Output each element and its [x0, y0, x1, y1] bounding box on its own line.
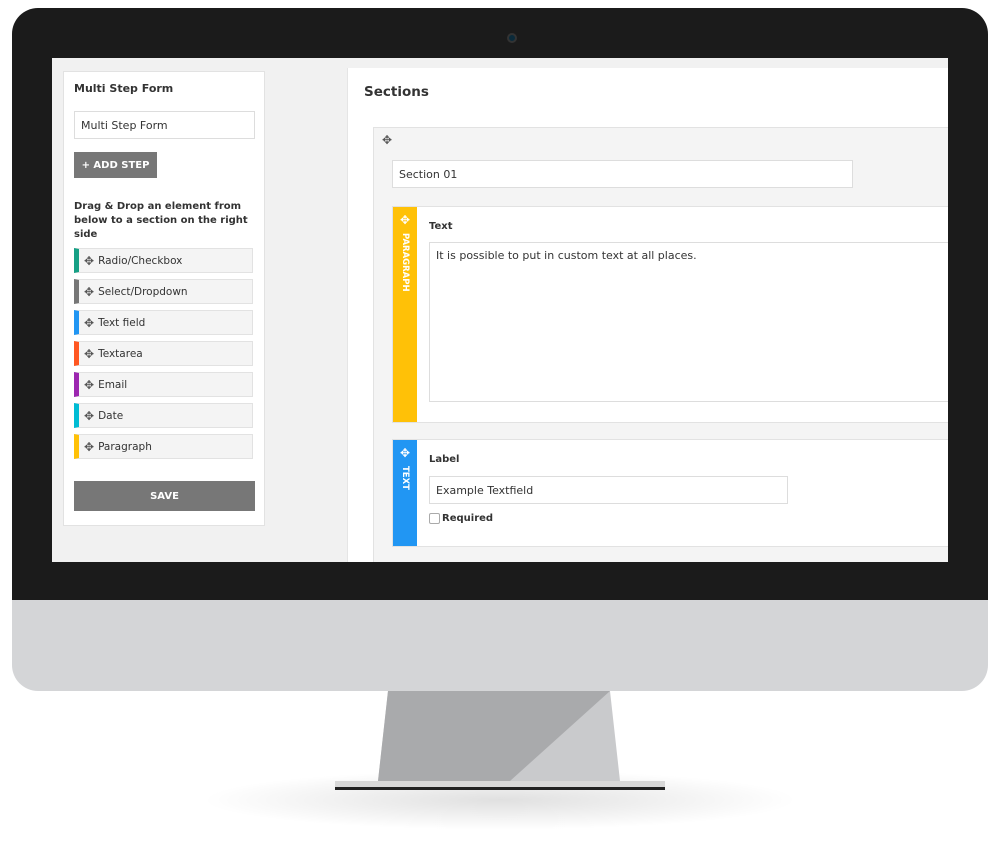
label-label: Label — [429, 454, 460, 465]
move-arrows-icon: ✥ — [399, 446, 411, 460]
webcam — [507, 33, 517, 43]
section: ✥ Section 01 ✥ PARAGRAPH Text It is possi… — [373, 127, 948, 562]
required-label: Required — [442, 513, 494, 524]
add-step-button[interactable]: + ADD STEP — [74, 152, 157, 178]
move-arrows-icon: ✥ — [399, 213, 411, 227]
element-email[interactable]: ✥ Email — [74, 372, 253, 397]
main-panel: Sections ✥ Section 01 ✥ PARAGRAPH Text It… — [347, 68, 948, 562]
label-input[interactable]: Example Textfield — [429, 476, 788, 504]
element-label: Text field — [98, 316, 146, 329]
element-list: ✥ Radio/Checkbox ✥ Select/Dropdown ✥ Text f… — [74, 248, 254, 459]
element-label: Email — [98, 378, 128, 391]
paragraph-block: ✥ PARAGRAPH Text It is possible to put in… — [392, 206, 948, 423]
element-paragraph[interactable]: ✥ Paragraph — [74, 434, 253, 459]
move-arrows-icon[interactable]: ✥ — [382, 133, 392, 147]
sidebar: Multi Step Form Multi Step Form + ADD ST… — [63, 71, 265, 526]
move-arrows-icon: ✥ — [84, 408, 95, 423]
text-label: Text — [429, 221, 453, 232]
element-select-dropdown[interactable]: ✥ Select/Dropdown — [74, 279, 253, 304]
move-arrows-icon: ✥ — [84, 284, 95, 299]
page-title: Sections — [364, 84, 429, 100]
section-name-input[interactable]: Section 01 — [392, 160, 853, 188]
element-label: Select/Dropdown — [98, 285, 188, 298]
form-name-input[interactable]: Multi Step Form — [74, 111, 255, 139]
textfield-block: ✥ TEXT Label Example Textfield Required — [392, 439, 948, 547]
text-tag[interactable]: ✥ TEXT — [393, 440, 417, 546]
element-textarea[interactable]: ✥ Textarea — [74, 341, 253, 366]
element-label: Paragraph — [98, 440, 152, 453]
monitor-chin — [12, 600, 988, 691]
move-arrows-icon: ✥ — [84, 346, 95, 361]
screen: Multi Step Form Multi Step Form + ADD ST… — [52, 58, 948, 562]
element-label: Date — [98, 409, 124, 422]
sidebar-title: Multi Step Form — [74, 82, 174, 95]
drag-hint: Drag & Drop an element from below to a s… — [74, 201, 248, 240]
tag-label: TEXT — [400, 466, 410, 490]
element-text-field[interactable]: ✥ Text field — [74, 310, 253, 335]
monitor-stand — [335, 691, 665, 790]
required-checkbox[interactable] — [429, 513, 440, 524]
element-label: Textarea — [98, 347, 143, 360]
element-date[interactable]: ✥ Date — [74, 403, 253, 428]
paragraph-textarea[interactable]: It is possible to put in custom text at … — [429, 242, 948, 402]
move-arrows-icon: ✥ — [84, 439, 95, 454]
move-arrows-icon: ✥ — [84, 315, 95, 330]
move-arrows-icon: ✥ — [84, 377, 95, 392]
element-label: Radio/Checkbox — [98, 254, 183, 267]
paragraph-tag[interactable]: ✥ PARAGRAPH — [393, 207, 417, 422]
save-button[interactable]: SAVE — [74, 481, 255, 511]
required-checkbox-row[interactable]: Required — [429, 513, 493, 524]
tag-label: PARAGRAPH — [400, 233, 410, 292]
move-arrows-icon: ✥ — [84, 253, 95, 268]
element-radio-checkbox[interactable]: ✥ Radio/Checkbox — [74, 248, 253, 273]
